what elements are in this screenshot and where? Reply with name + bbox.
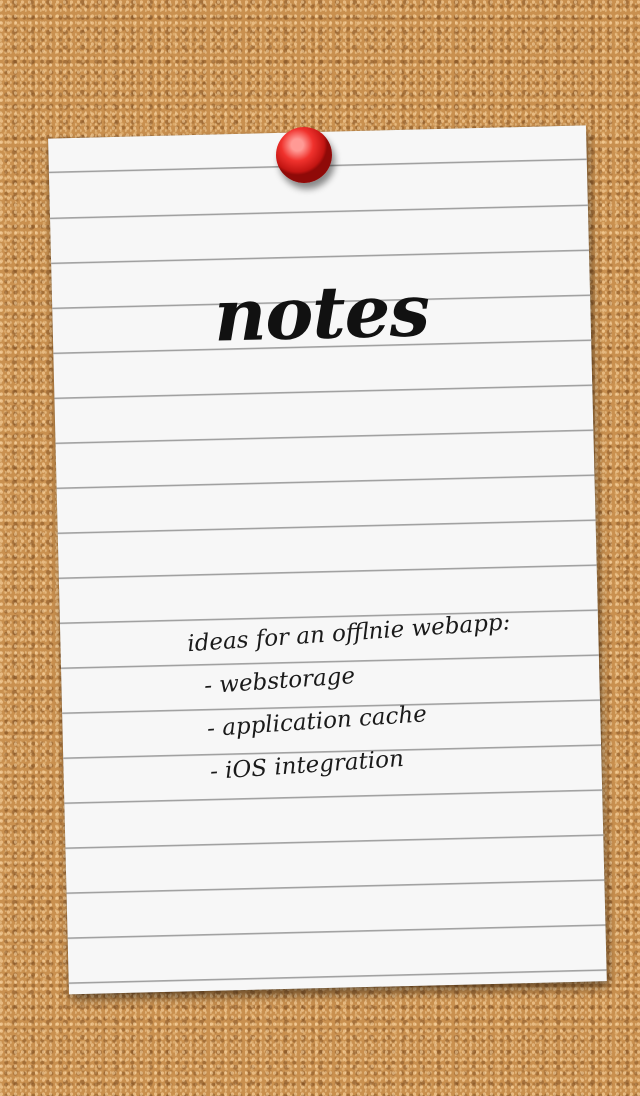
note-title: notes <box>212 267 430 358</box>
push-pin-icon <box>276 127 332 183</box>
note-content[interactable]: ideas for an offlnie webapp: - webstorag… <box>186 601 521 795</box>
note-paper[interactable]: notes ideas for an offlnie webapp: - web… <box>48 125 607 995</box>
